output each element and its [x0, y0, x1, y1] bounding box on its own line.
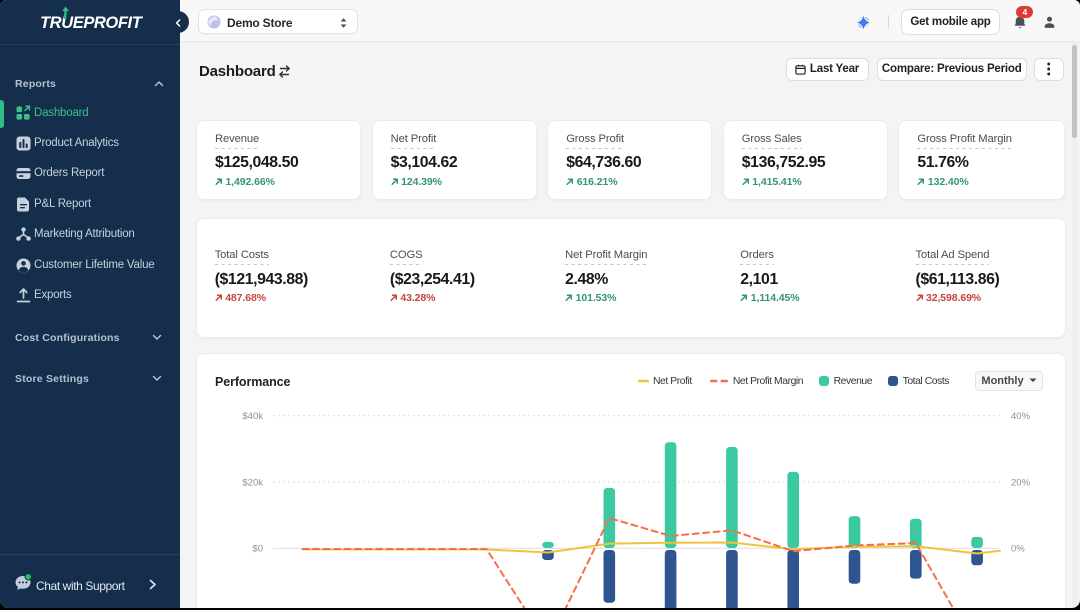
svg-text:$0: $0	[252, 544, 263, 555]
svg-text:40%: 40%	[1011, 411, 1031, 422]
svg-text:$40k: $40k	[242, 411, 263, 422]
svg-text:20%: 20%	[1011, 477, 1031, 488]
svg-text:$20k: $20k	[242, 477, 263, 488]
svg-text:0%: 0%	[1011, 544, 1025, 555]
